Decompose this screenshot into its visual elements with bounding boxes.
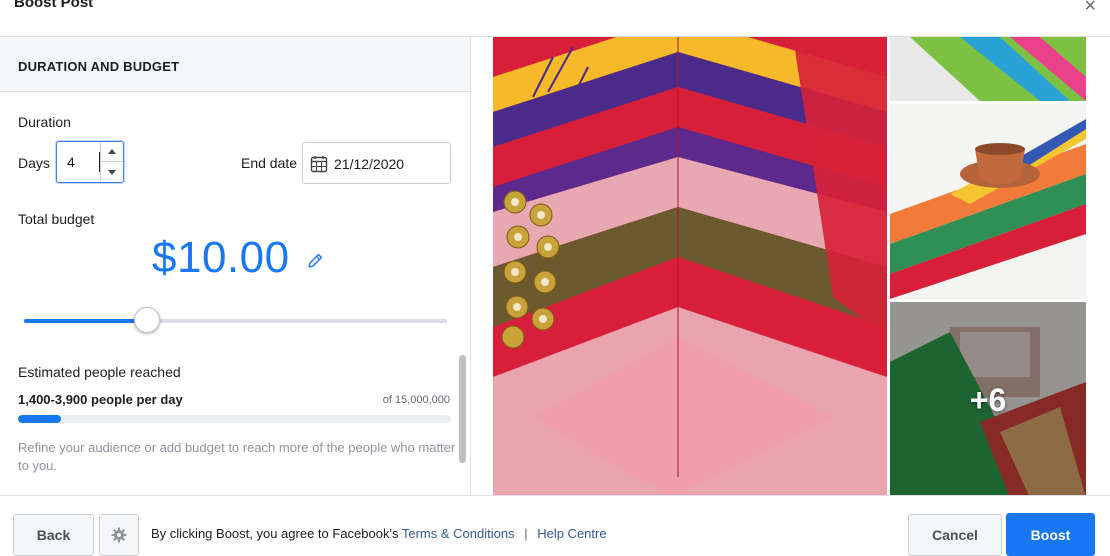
decrement-button[interactable] — [101, 162, 123, 182]
main-photo — [493, 37, 887, 495]
calendar-icon — [310, 156, 328, 173]
dialog-footer: Back By clicking Boost, you agree to Fac… — [0, 495, 1110, 556]
end-date-field[interactable]: 21/12/2020 — [302, 142, 451, 184]
reach-title: Estimated people reached — [18, 364, 181, 380]
link-separator: | — [524, 526, 528, 541]
end-date-label: End date — [241, 155, 298, 171]
dialog-title: Boost Post — [14, 0, 94, 11]
close-icon[interactable]: × — [1084, 0, 1096, 16]
terms-link[interactable]: Terms & Conditions — [402, 526, 515, 541]
days-label: Days — [18, 155, 50, 171]
settings-panel: DURATION AND BUDGET Duration Days 4 End … — [0, 37, 471, 495]
stepper-controls — [100, 142, 123, 182]
more-photos-count: +6 — [969, 381, 1007, 418]
days-stepper[interactable]: 4 — [56, 141, 124, 183]
side-photo-1 — [890, 37, 1086, 101]
help-centre-link[interactable]: Help Centre — [537, 526, 606, 541]
media-preview: +6 — [471, 37, 1110, 498]
panel-scrollbar[interactable] — [459, 355, 466, 463]
pencil-icon[interactable] — [306, 252, 324, 270]
reach-total: of 15,000,000 — [382, 394, 450, 406]
side-photo-2 — [890, 104, 1086, 299]
budget-slider-track[interactable] — [24, 319, 447, 323]
reach-note: Refine your audience or add budget to re… — [18, 440, 456, 473]
dialog-header: Boost Post × — [0, 0, 1110, 37]
total-budget-label: Total budget — [18, 211, 95, 227]
section-title: DURATION AND BUDGET — [18, 59, 180, 74]
section-header: DURATION AND BUDGET — [0, 37, 470, 92]
days-value: 4 — [67, 154, 75, 170]
fabric-photo — [493, 37, 887, 495]
budget-slider-handle[interactable] — [133, 307, 160, 333]
consent-prefix: By clicking Boost, you agree to Facebook… — [151, 526, 399, 541]
chevron-up-icon — [108, 149, 116, 154]
budget-slider-fill — [24, 319, 147, 323]
reach-progress-fill — [18, 415, 62, 423]
reach-progress-bar — [18, 415, 451, 423]
duration-label: Duration — [18, 114, 71, 130]
increment-button[interactable] — [101, 142, 123, 162]
consent-text: By clicking Boost, you agree to Facebook… — [151, 526, 607, 541]
budget-amount: $10.00 — [152, 233, 290, 282]
reach-range: 1,400-3,900 people per day — [18, 392, 183, 407]
chevron-down-icon — [108, 169, 116, 175]
end-date-value: 21/12/2020 — [334, 156, 405, 172]
gear-icon — [111, 527, 127, 543]
side-photo-3[interactable]: +6 — [890, 302, 1086, 498]
